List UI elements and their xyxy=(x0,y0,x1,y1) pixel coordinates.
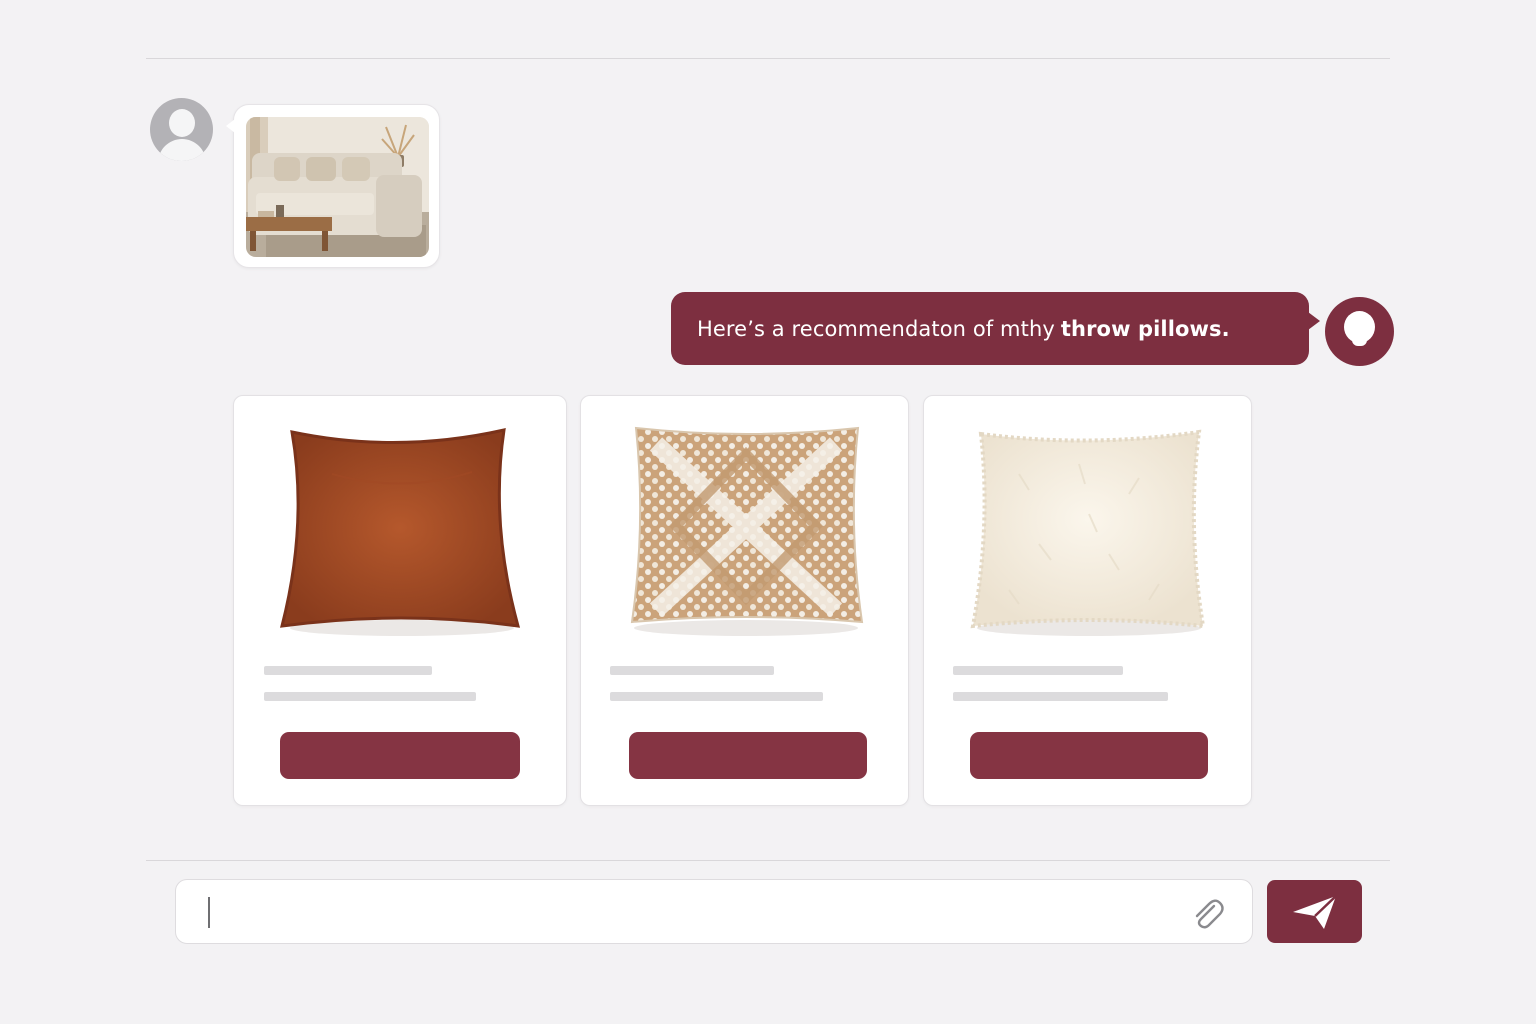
bottom-divider xyxy=(146,860,1390,861)
assistant-message: Here’s a recommendaton of mthy throw pil… xyxy=(671,292,1320,365)
product-action-button[interactable] xyxy=(970,732,1208,779)
product-action-button[interactable] xyxy=(629,732,867,779)
cream-shag-pillow-image[interactable] xyxy=(959,414,1219,644)
product-price-placeholder xyxy=(610,692,823,701)
product-price-placeholder xyxy=(264,692,476,701)
product-card[interactable] xyxy=(923,395,1252,806)
user-image-message[interactable] xyxy=(226,104,440,268)
assistant-message-highlight: throw pillows. xyxy=(1060,316,1230,341)
rust-velvet-pillow-image[interactable] xyxy=(272,414,532,644)
product-title-placeholder xyxy=(953,666,1123,675)
text-caret xyxy=(208,897,210,928)
product-price-placeholder xyxy=(953,692,1168,701)
message-input[interactable] xyxy=(175,879,1253,944)
paperclip-icon[interactable] xyxy=(1189,894,1229,932)
assistant-avatar-icon xyxy=(1325,297,1394,366)
product-card[interactable] xyxy=(580,395,909,806)
user-avatar-icon xyxy=(150,98,213,161)
send-button[interactable] xyxy=(1267,880,1362,943)
product-title-placeholder xyxy=(610,666,774,675)
product-card[interactable] xyxy=(233,395,567,806)
geometric-woven-pillow-image[interactable] xyxy=(616,414,876,644)
product-action-button[interactable] xyxy=(280,732,520,779)
assistant-message-text: Here’s a recommendaton of mthy xyxy=(697,316,1055,341)
send-icon xyxy=(1292,894,1337,929)
product-title-placeholder xyxy=(264,666,432,675)
top-divider xyxy=(146,58,1390,59)
room-photo[interactable] xyxy=(246,117,429,257)
